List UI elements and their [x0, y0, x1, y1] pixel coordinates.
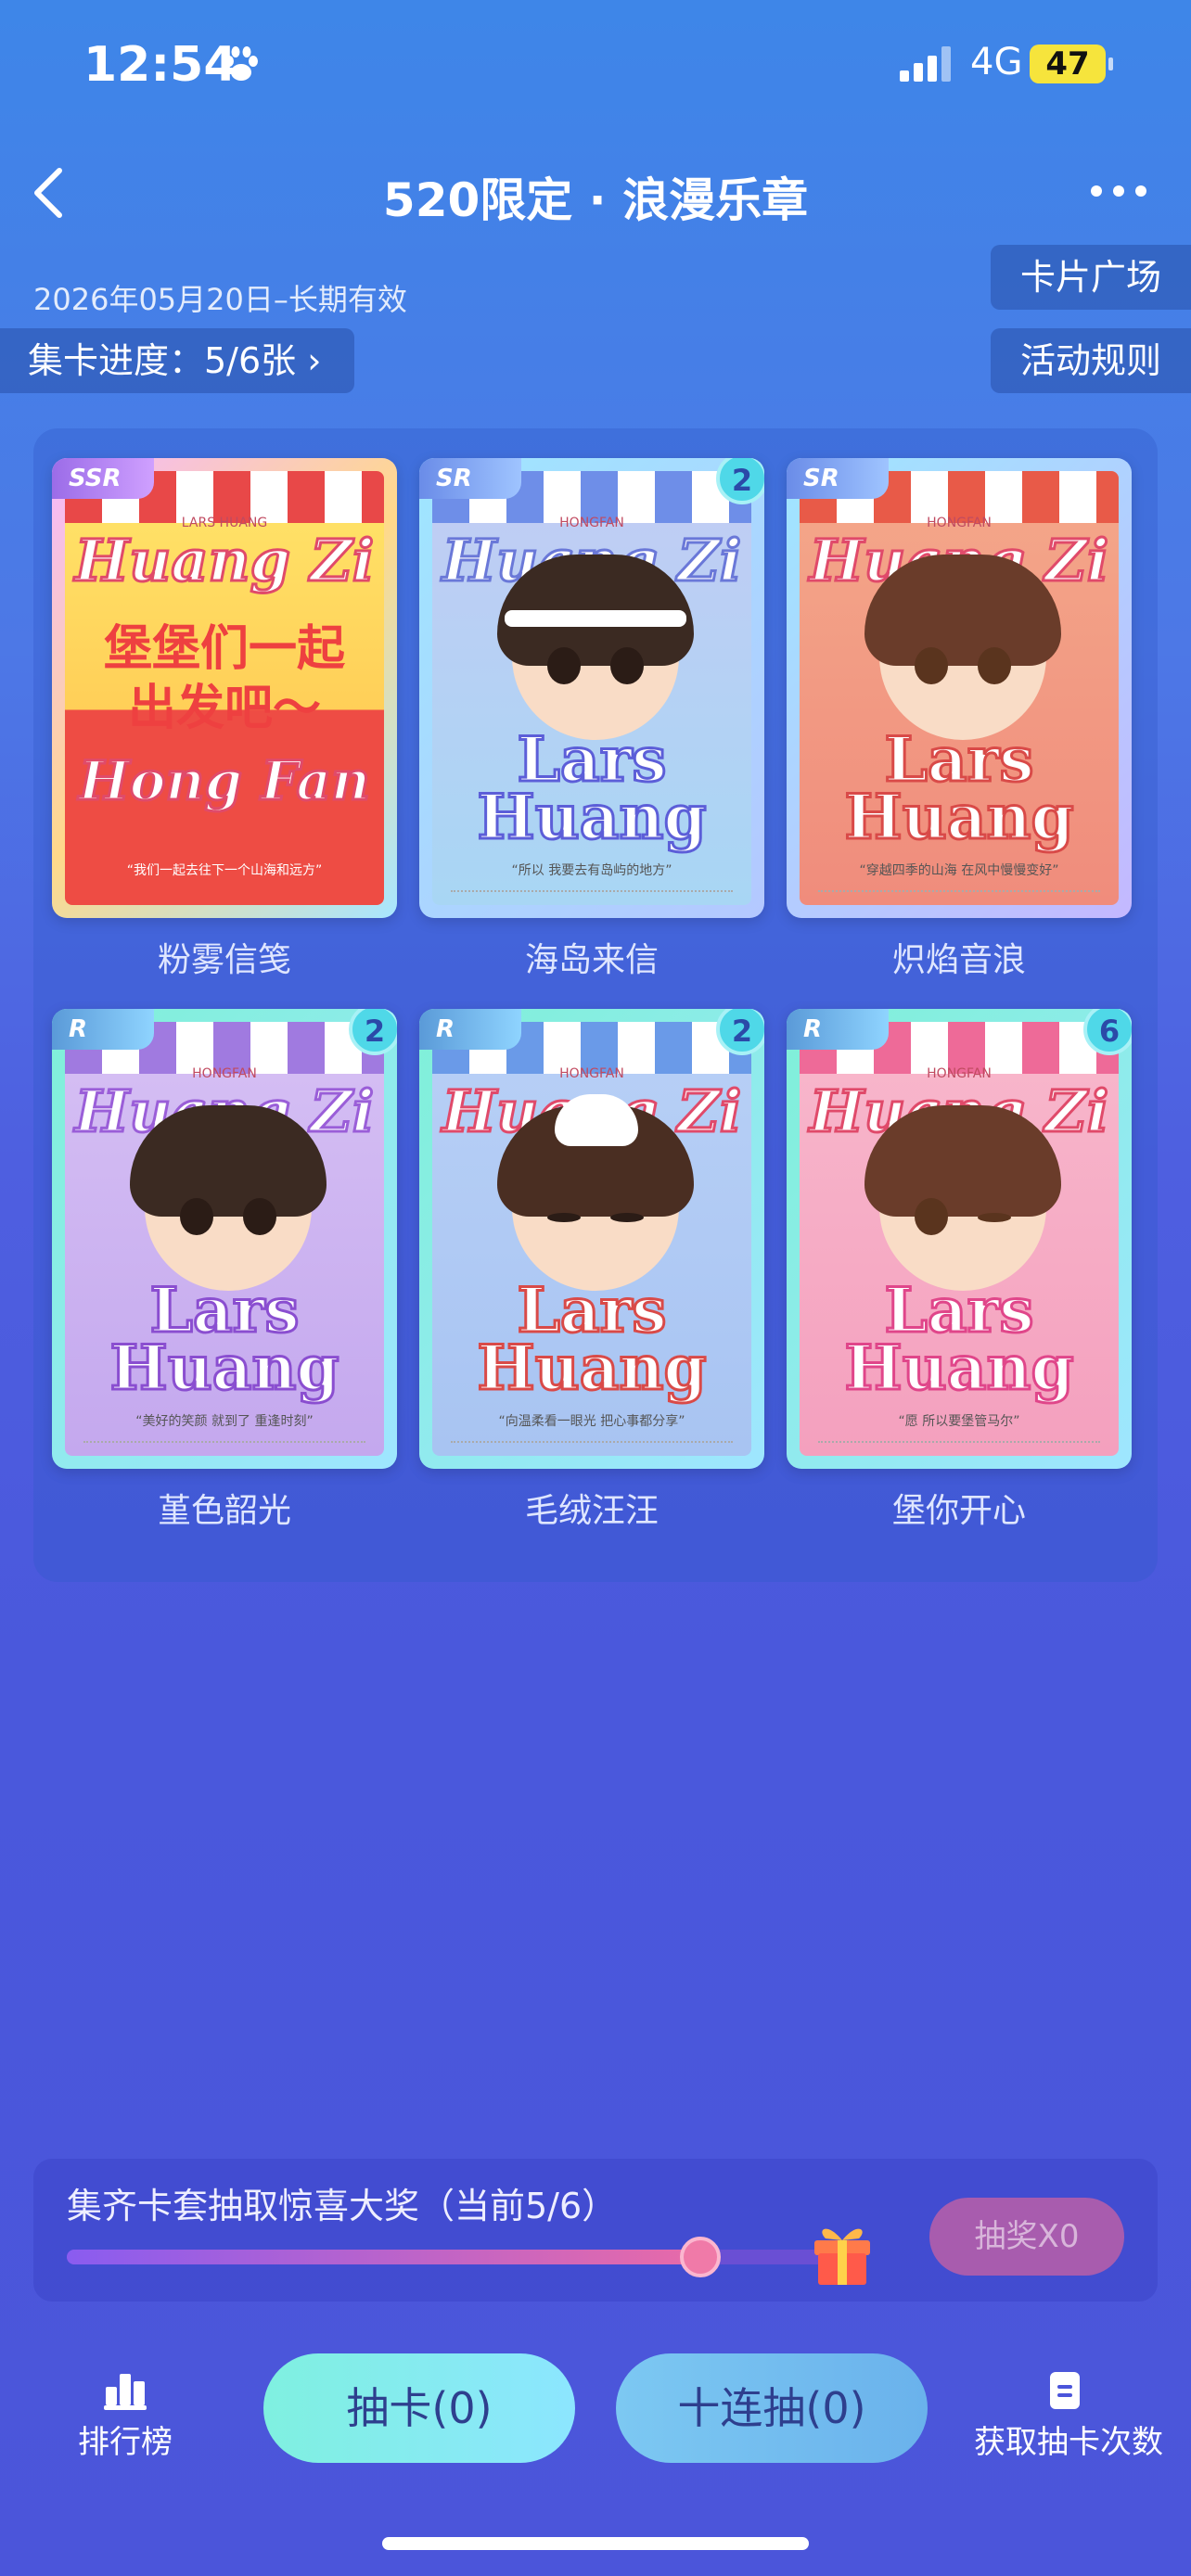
card-label: Hong Fan	[77, 748, 371, 814]
paw-icon	[224, 46, 258, 81]
document-icon[interactable]	[1048, 2370, 1082, 2411]
network-type: 4G	[970, 41, 1023, 83]
prize-progress-fill	[67, 2250, 701, 2264]
home-indicator	[382, 2537, 809, 2550]
more-options-icon[interactable]	[1091, 185, 1150, 200]
rarity-badge: R	[419, 1009, 521, 1050]
collection-progress-button[interactable]: 集卡进度：5/6张 ›	[0, 328, 355, 393]
card-lead: Lars Huang	[843, 723, 1075, 853]
card-chiyan[interactable]: HONGFAN Huang Zi Lars Huang “穿越四季的山海 在风中…	[787, 458, 1132, 918]
status-time: 12:54	[83, 37, 237, 93]
card-quote: “穿越四季的山海 在风中慢慢变好”	[859, 863, 1059, 878]
card-plaza-button[interactable]: 卡片广场	[991, 245, 1191, 310]
lottery-button[interactable]: 抽奖X0	[929, 2198, 1124, 2276]
rarity-badge: SSR	[52, 458, 154, 499]
card-quote: “美好的笑颜 就到了 重逢时刻”	[135, 1414, 314, 1429]
card-slogan: 堡堡们一起出发吧～	[103, 621, 345, 736]
card-fenwu[interactable]: LARS HUANG Huang Zi 堡堡们一起出发吧～ Hong Fan “…	[52, 458, 397, 918]
card-quote: “向温柔看一眼光 把心事都分享”	[498, 1414, 685, 1429]
card-quote: “愿 所以要堡管马尔”	[898, 1414, 1020, 1429]
gift-icon	[814, 2228, 870, 2285]
card-name: 炽焰音浪	[891, 941, 1026, 979]
card-name: 毛绒汪汪	[524, 1492, 659, 1530]
prize-description: 集齐卡套抽取惊喜大奖（当前5/6）	[67, 2186, 618, 2226]
rarity-badge: R	[52, 1009, 154, 1050]
battery-indicator: 47	[1030, 45, 1113, 83]
signal-icon	[900, 46, 952, 82]
card-haidao[interactable]: HONGFAN Huang Zi Lars Huang “所以 我要去有岛屿的地…	[419, 458, 764, 918]
rarity-badge: SR	[787, 458, 889, 499]
card-name: 堇色韶光	[157, 1492, 291, 1530]
rarity-badge: R	[787, 1009, 889, 1050]
card-lead: Lars Huang	[843, 1274, 1075, 1404]
card-quote: “我们一起去往下一个山海和远方”	[126, 863, 323, 878]
draw-ten-button[interactable]: 十连抽(0)	[616, 2353, 928, 2463]
page-title: 520限定 · 浪漫乐章	[382, 173, 809, 227]
activity-rules-button[interactable]: 活动规则	[991, 328, 1191, 393]
card-lead: Lars Huang	[476, 1274, 708, 1404]
card-baoni[interactable]: HONGFAN Huang Zi Lars Huang “愿 所以要堡管马尔” …	[787, 1009, 1132, 1469]
rarity-badge: SR	[419, 458, 521, 499]
card-maorong[interactable]: HONGFAN Huang Zi Lars Huang “向温柔看一眼光 把心事…	[419, 1009, 764, 1469]
card-brand: Huang Zi	[73, 526, 376, 596]
card-name: 粉雾信笺	[157, 941, 291, 979]
card-quote: “所以 我要去有岛屿的地方”	[511, 863, 672, 878]
card-lead: Lars Huang	[476, 723, 708, 853]
leaderboard-icon[interactable]	[104, 2370, 147, 2411]
draw-one-button[interactable]: 抽卡(0)	[263, 2353, 575, 2463]
card-name: 海岛来信	[524, 941, 659, 979]
card-jinse[interactable]: HONGFAN Huang Zi Lars Huang “美好的笑颜 就到了 重…	[52, 1009, 397, 1469]
leaderboard-label[interactable]: 排行榜	[78, 2417, 173, 2462]
prize-progress-knob	[680, 2237, 722, 2277]
get-draw-chances-label[interactable]: 获取抽卡次数	[974, 2417, 1163, 2462]
event-date-range: 2026年05月20日–长期有效	[33, 282, 407, 317]
card-name: 堡你开心	[891, 1492, 1026, 1530]
card-lead: Lars Huang	[109, 1274, 340, 1404]
